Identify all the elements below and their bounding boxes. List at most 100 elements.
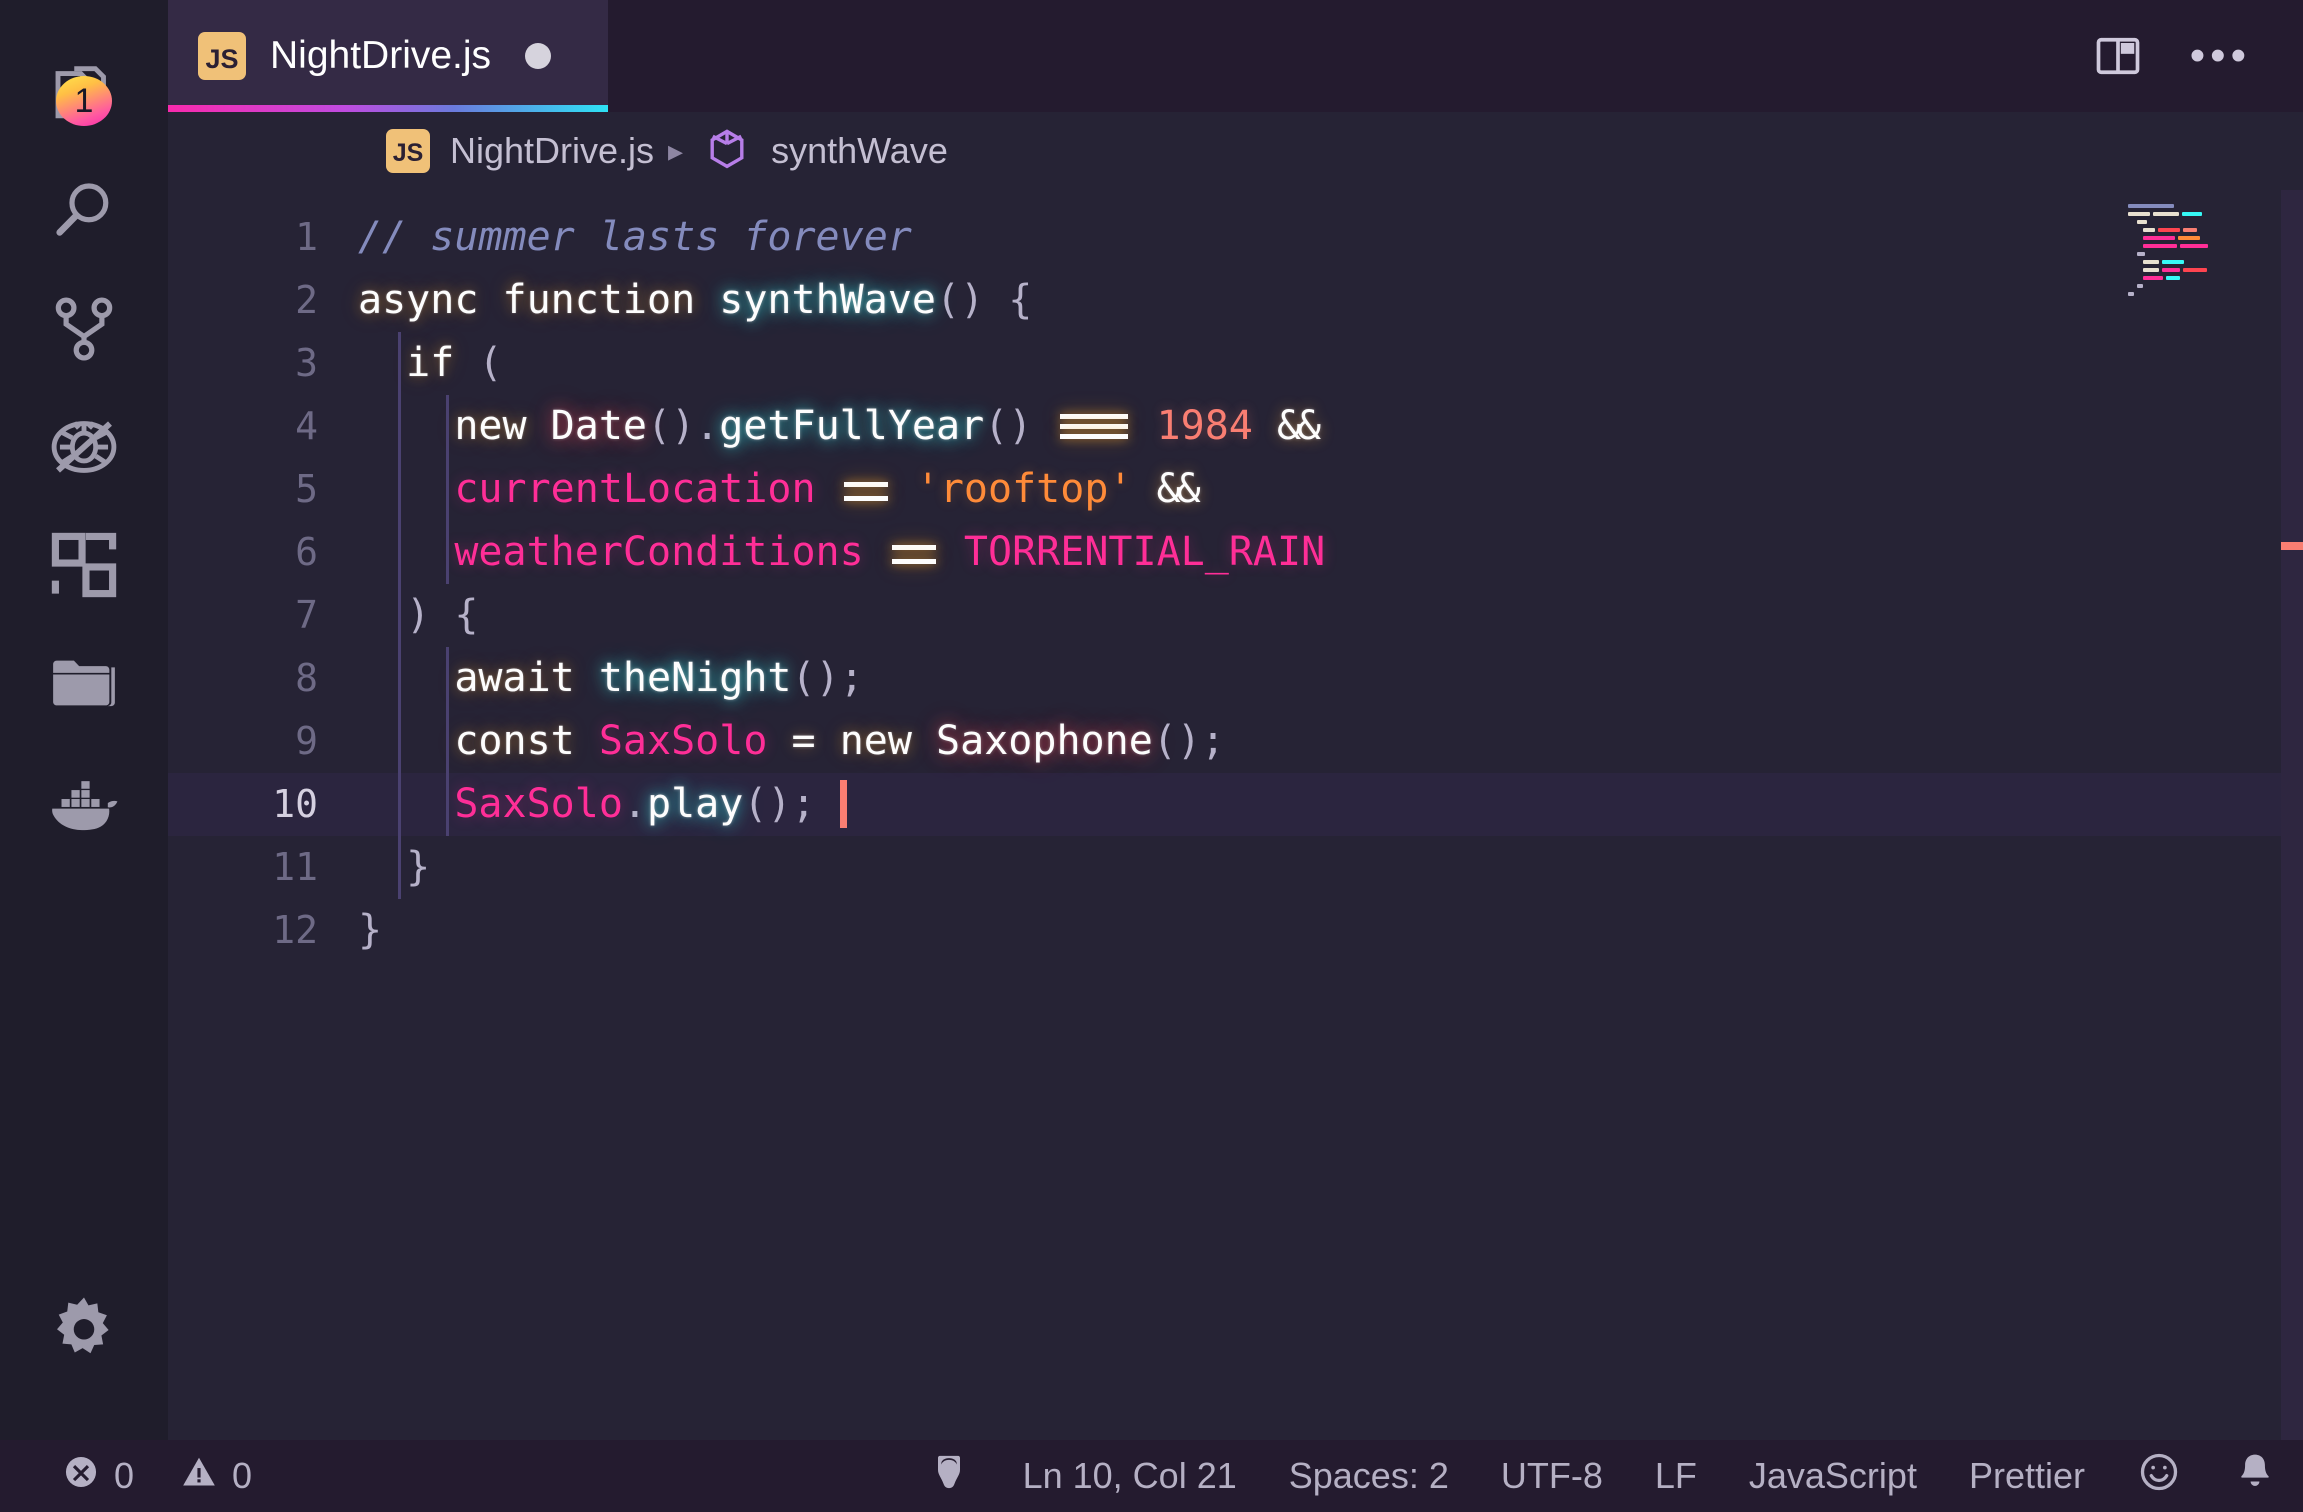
vscode-window: 1 JS NightDrive.js ••• JS NightDrive.js … — [0, 0, 2303, 1512]
code-line: 3 if ( — [168, 332, 2303, 395]
warning-triangle-icon — [180, 1453, 218, 1500]
error-circle-icon — [62, 1453, 100, 1500]
line-number: 9 — [295, 719, 318, 763]
symbol-method-cube-icon — [703, 125, 751, 178]
activity-item-source-control[interactable] — [0, 270, 168, 388]
activity-item-extensions[interactable] — [0, 506, 168, 624]
source-control-icon — [45, 290, 123, 368]
activity-item-search[interactable] — [0, 152, 168, 270]
folder-icon — [45, 644, 123, 722]
extensions-icon — [45, 526, 123, 604]
token-brace: { — [454, 592, 479, 638]
run-debug-icon — [45, 408, 123, 486]
line-number: 4 — [295, 404, 318, 448]
line-number: 10 — [272, 782, 318, 826]
line-number: 1 — [295, 215, 318, 259]
status-eol[interactable]: LF — [1629, 1440, 1723, 1512]
token-dot: . — [622, 781, 647, 827]
line-number: 3 — [295, 341, 318, 385]
editor-tab-nightdrive[interactable]: JS NightDrive.js — [168, 0, 608, 112]
token-parens: () — [743, 781, 792, 827]
window-body: 1 JS NightDrive.js ••• JS NightDrive.js … — [0, 0, 2303, 1440]
bell-icon — [2233, 1450, 2277, 1503]
token-saxophone-class: Saxophone — [936, 718, 1153, 764]
status-notifications[interactable] — [2207, 1440, 2303, 1512]
token-strict-equals — [1056, 409, 1132, 447]
status-indentation[interactable]: Spaces: 2 — [1263, 1440, 1475, 1512]
status-bar: 0 0 Ln 10, Col 21 Spaces: 2 UTF-8 LF Jav… — [0, 1440, 2303, 1512]
code-line: 8 await theNight(); — [168, 647, 2303, 710]
token-parens: () — [984, 403, 1033, 449]
token-loose-equals — [840, 472, 892, 510]
token-semicolon: ; — [1200, 718, 1226, 764]
token-semicolon: ; — [839, 655, 864, 701]
status-theme[interactable] — [901, 1440, 997, 1512]
line-number: 5 — [295, 467, 318, 511]
token-logical-and: && — [1276, 403, 1321, 449]
warning-count: 0 — [232, 1455, 253, 1496]
code-line-active: 10 SaxSolo.play(); — [168, 773, 2303, 836]
status-formatter-prettier[interactable]: Prettier — [1943, 1440, 2111, 1512]
activity-item-run-and-debug[interactable] — [0, 388, 168, 506]
line-number: 7 — [295, 593, 318, 637]
code-editor[interactable]: 1 // summer lasts forever 2 async functi… — [168, 190, 2303, 1440]
token-logical-and: && — [1156, 466, 1201, 512]
status-encoding[interactable]: UTF-8 — [1475, 1440, 1629, 1512]
activity-item-manage[interactable] — [0, 1272, 168, 1390]
token-new: new — [839, 718, 912, 764]
breadcrumb-file[interactable]: JS NightDrive.js — [386, 129, 654, 173]
token-parens: () — [1152, 718, 1201, 764]
status-feedback[interactable] — [2111, 1440, 2207, 1512]
code-line: 5 currentLocation 'rooftop' && — [168, 458, 2303, 521]
unsaved-changes-dot[interactable] — [525, 43, 552, 69]
token-loose-equals — [888, 535, 940, 573]
token-comment: // summer lasts forever — [358, 214, 912, 260]
token-semicolon: ; — [791, 781, 816, 827]
activity-item-remote-explorer[interactable] — [0, 624, 168, 742]
code-lines: 1 // summer lasts forever 2 async functi… — [168, 190, 2303, 962]
token-play: play — [647, 781, 744, 827]
code-line: 9 const SaxSolo = new Saxophone(); — [168, 710, 2303, 773]
ellipsis-icon[interactable]: ••• — [2190, 33, 2251, 78]
code-line: 6 weatherConditions TORRENTIAL_RAIN — [168, 521, 2303, 584]
code-line: 4 new Date().getFullYear() 1984 && — [168, 395, 2303, 458]
token-string: 'rooftop' — [915, 466, 1133, 512]
token-const: const — [454, 718, 575, 764]
token-weatherconditions: weatherConditions — [454, 529, 864, 575]
token-brace: } — [406, 844, 431, 890]
editor-scrollbar[interactable] — [2281, 190, 2303, 1440]
token-thenight: theNight — [598, 655, 792, 701]
token-parens: () — [936, 277, 985, 323]
activity-item-explorer[interactable]: 1 — [0, 34, 168, 152]
status-bar-left: 0 0 — [36, 1440, 278, 1512]
status-bar-center: Ln 10, Col 21 Spaces: 2 UTF-8 LF JavaScr… — [901, 1440, 2303, 1512]
status-language-mode[interactable]: JavaScript — [1723, 1440, 1943, 1512]
line-number: 2 — [295, 278, 318, 322]
token-parens: () — [791, 655, 840, 701]
breadcrumb-symbol[interactable]: synthWave — [697, 125, 948, 178]
search-icon — [45, 172, 123, 250]
token-new: new — [454, 403, 527, 449]
explorer-badge: 1 — [56, 76, 112, 126]
code-line: 12 } — [168, 899, 2303, 962]
js-icon: JS — [198, 32, 246, 80]
editor-column: JS NightDrive.js ••• JS NightDrive.js ▸ … — [168, 0, 2303, 1440]
error-count: 0 — [114, 1455, 135, 1496]
paint-bucket-icon — [927, 1450, 971, 1503]
status-cursor-position[interactable]: Ln 10, Col 21 — [997, 1440, 1263, 1512]
docker-whale-icon — [41, 758, 127, 844]
line-number: 12 — [272, 908, 318, 952]
smiley-icon — [2137, 1450, 2181, 1503]
tab-bar-actions: ••• — [2092, 0, 2303, 112]
line-number: 6 — [295, 530, 318, 574]
split-editor-icon[interactable] — [2092, 30, 2144, 82]
activity-item-docker[interactable] — [0, 742, 168, 860]
gear-icon — [43, 1290, 125, 1372]
token-brace: } — [358, 907, 383, 953]
token-close-paren: ) — [406, 592, 431, 638]
token-brace: { — [1008, 277, 1033, 323]
status-problems[interactable]: 0 0 — [36, 1440, 278, 1512]
token-currentlocation: currentLocation — [454, 466, 816, 512]
token-function-name: synthWave — [719, 277, 937, 323]
token-number: 1984 — [1156, 403, 1253, 449]
